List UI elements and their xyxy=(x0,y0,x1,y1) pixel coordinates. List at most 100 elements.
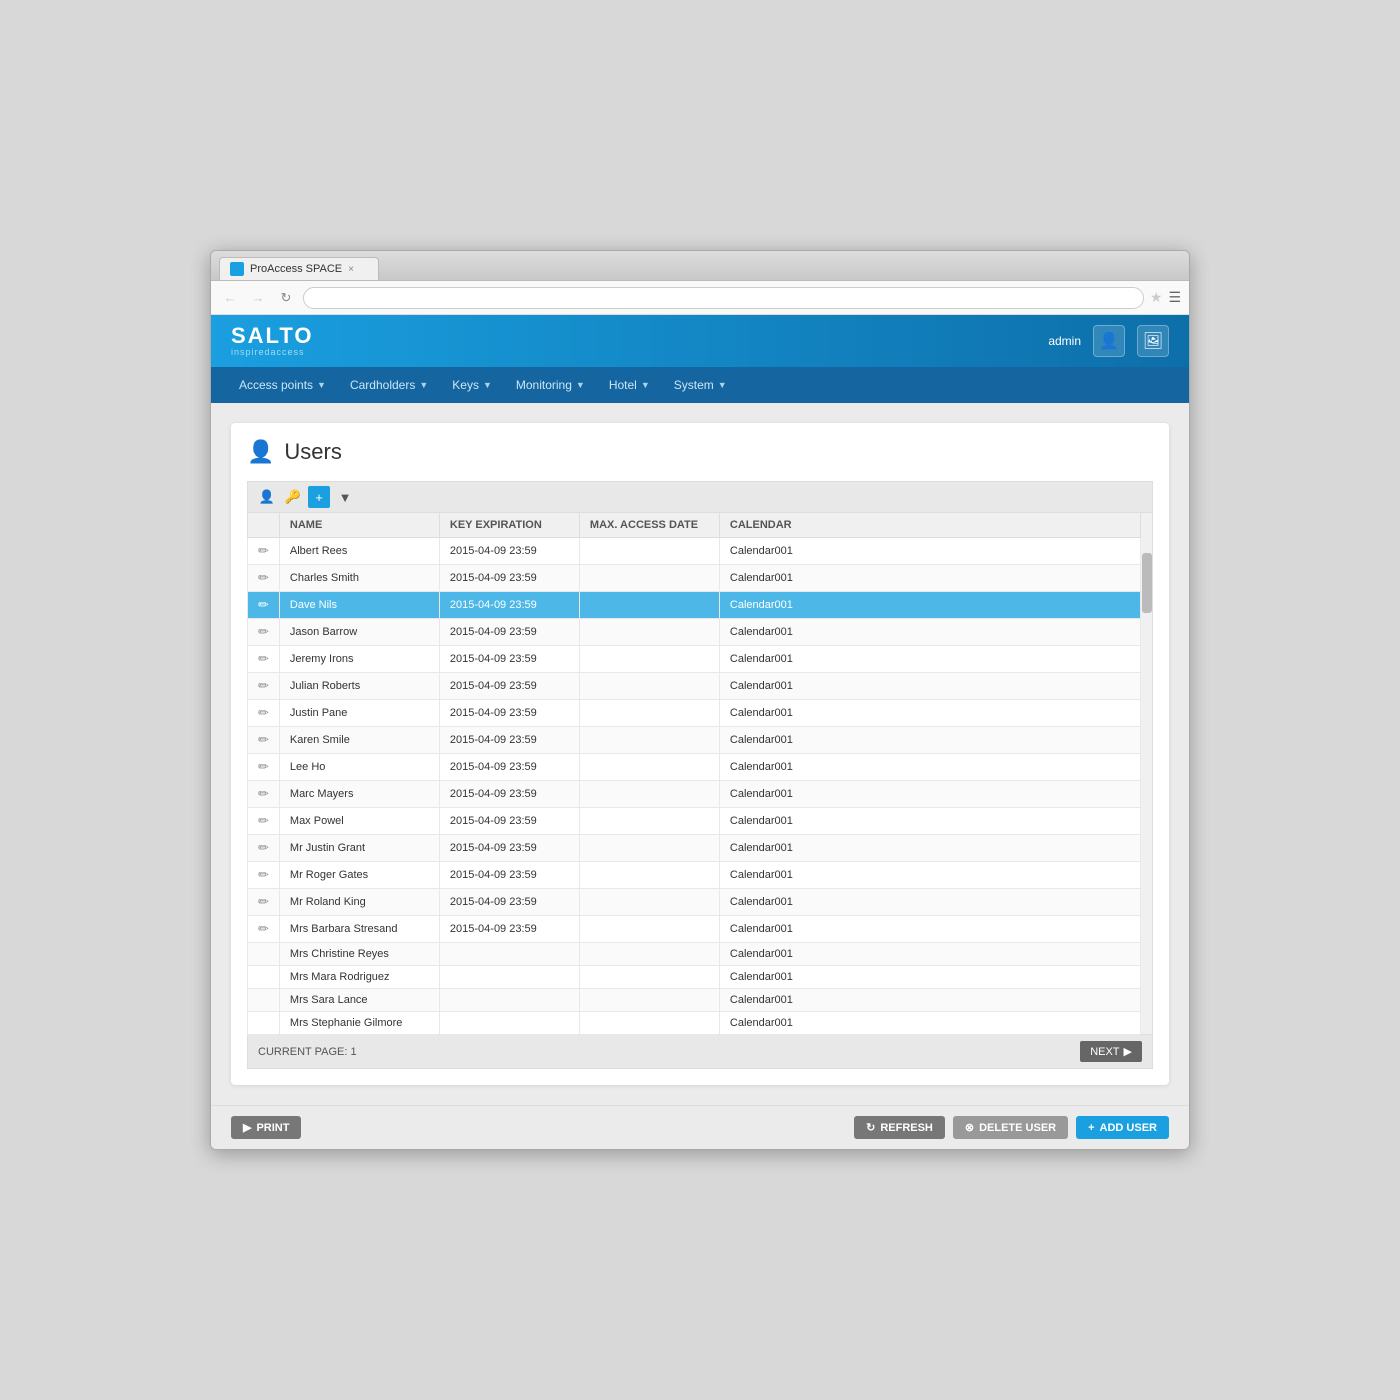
delete-user-button[interactable]: ⊗ DELETE USER xyxy=(953,1116,1068,1139)
refresh-button[interactable]: ↻ xyxy=(275,287,297,309)
next-label: NEXT xyxy=(1090,1046,1119,1058)
delete-label: DELETE USER xyxy=(979,1122,1056,1134)
back-button[interactable]: ← xyxy=(219,287,241,309)
table-row[interactable]: ✏Justin Pane2015-04-09 23:59Calendar001 xyxy=(248,700,1141,727)
tab-favicon xyxy=(230,262,244,276)
col-header-name[interactable]: NAME xyxy=(279,513,439,538)
table-row[interactable]: ✏Marc Mayers2015-04-09 23:59Calendar001 xyxy=(248,781,1141,808)
table-row[interactable]: Mrs Mara RodriguezCalendar001 xyxy=(248,966,1141,989)
table-row[interactable]: ✏Karen Smile2015-04-09 23:59Calendar001 xyxy=(248,727,1141,754)
row-calendar: Calendar001 xyxy=(719,835,1140,862)
row-status-icon: ✏ xyxy=(248,592,280,619)
nav-hotel-label: Hotel xyxy=(609,378,637,392)
row-name: Jason Barrow xyxy=(279,619,439,646)
select-all-button[interactable]: 👤 xyxy=(256,486,278,508)
scrollbar-thumb[interactable] xyxy=(1142,553,1152,613)
filter-button[interactable]: ▼ xyxy=(334,486,356,508)
table-row[interactable]: ✏Mr Roger Gates2015-04-09 23:59Calendar0… xyxy=(248,862,1141,889)
table-row[interactable]: ✏Charles Smith2015-04-09 23:59Calendar00… xyxy=(248,565,1141,592)
row-name: Karen Smile xyxy=(279,727,439,754)
logo-text: SALTO xyxy=(231,325,314,347)
table-row[interactable]: ✏Mr Roland King2015-04-09 23:59Calendar0… xyxy=(248,889,1141,916)
table-row[interactable]: Mrs Christine ReyesCalendar001 xyxy=(248,943,1141,966)
row-max-access-date xyxy=(579,700,719,727)
row-max-access-date xyxy=(579,619,719,646)
print-button[interactable]: ▶ PRINT xyxy=(231,1116,301,1139)
salto-logo: SALTO inspiredaccess xyxy=(231,325,314,357)
nav-hotel-arrow: ▼ xyxy=(641,380,650,390)
col-header-max-access-date[interactable]: MAX. ACCESS DATE xyxy=(579,513,719,538)
table-row[interactable]: ✏Albert Rees2015-04-09 23:59Calendar001 xyxy=(248,538,1141,565)
row-status-icon: ✏ xyxy=(248,673,280,700)
row-calendar: Calendar001 xyxy=(719,565,1140,592)
row-name: Mrs Barbara Stresand xyxy=(279,916,439,943)
users-page-icon: 👤 xyxy=(247,439,274,465)
nav-monitoring[interactable]: Monitoring ▼ xyxy=(504,367,597,403)
row-max-access-date xyxy=(579,966,719,989)
row-status-icon xyxy=(248,943,280,966)
row-calendar: Calendar001 xyxy=(719,592,1140,619)
row-max-access-date xyxy=(579,592,719,619)
add-row-button[interactable]: + xyxy=(308,486,330,508)
table-row[interactable]: Mrs Sara LanceCalendar001 xyxy=(248,989,1141,1012)
add-label: ADD USER xyxy=(1100,1122,1157,1134)
nav-keys[interactable]: Keys ▼ xyxy=(440,367,504,403)
add-user-button[interactable]: + ADD USER xyxy=(1076,1116,1169,1139)
browser-menu-icon[interactable]: ☰ xyxy=(1168,289,1181,306)
screen-button[interactable]: 🖼 xyxy=(1137,325,1169,357)
row-status-icon: ✏ xyxy=(248,619,280,646)
row-key-expiration: 2015-04-09 23:59 xyxy=(439,673,579,700)
row-name: Julian Roberts xyxy=(279,673,439,700)
forward-button[interactable]: → xyxy=(247,287,269,309)
table-row[interactable]: ✏Jeremy Irons2015-04-09 23:59Calendar001 xyxy=(248,646,1141,673)
table-toolbar: 👤 🔑 + ▼ xyxy=(247,481,1153,512)
bookmark-icon[interactable]: ★ xyxy=(1150,289,1163,306)
next-arrow-icon: ▶ xyxy=(1124,1045,1132,1058)
nav-access-points[interactable]: Access points ▼ xyxy=(227,367,338,403)
row-max-access-date xyxy=(579,808,719,835)
row-max-access-date xyxy=(579,916,719,943)
nav-hotel[interactable]: Hotel ▼ xyxy=(597,367,662,403)
col-header-calendar[interactable]: CALENDAR xyxy=(719,513,1140,538)
scrollbar-track[interactable] xyxy=(1141,512,1153,1035)
table-row[interactable]: ✏Dave Nils2015-04-09 23:59Calendar001 xyxy=(248,592,1141,619)
add-icon: + xyxy=(1088,1122,1094,1134)
row-max-access-date xyxy=(579,646,719,673)
row-status-icon: ✏ xyxy=(248,754,280,781)
nav-keys-label: Keys xyxy=(452,378,479,392)
table-row[interactable]: ✏Mrs Barbara Stresand2015-04-09 23:59Cal… xyxy=(248,916,1141,943)
nav-monitoring-arrow: ▼ xyxy=(576,380,585,390)
row-name: Jeremy Irons xyxy=(279,646,439,673)
browser-tab[interactable]: ProAccess SPACE × xyxy=(219,257,379,280)
row-name: Mrs Mara Rodriguez xyxy=(279,966,439,989)
table-row[interactable]: ✏Jason Barrow2015-04-09 23:59Calendar001 xyxy=(248,619,1141,646)
table-row[interactable]: ✏Lee Ho2015-04-09 23:59Calendar001 xyxy=(248,754,1141,781)
key-icon-button[interactable]: 🔑 xyxy=(282,486,304,508)
admin-profile-button[interactable]: 👤 xyxy=(1093,325,1125,357)
row-name: Lee Ho xyxy=(279,754,439,781)
nav-cardholders[interactable]: Cardholders ▼ xyxy=(338,367,440,403)
next-button[interactable]: NEXT ▶ xyxy=(1080,1041,1142,1062)
tab-label: ProAccess SPACE xyxy=(250,263,342,275)
row-name: Justin Pane xyxy=(279,700,439,727)
tab-close-button[interactable]: × xyxy=(348,264,354,275)
address-bar-input[interactable] xyxy=(303,287,1144,309)
row-calendar: Calendar001 xyxy=(719,916,1140,943)
refresh-button[interactable]: ↻ REFRESH xyxy=(854,1116,945,1139)
nav-access-points-arrow: ▼ xyxy=(317,380,326,390)
users-table: NAME KEY EXPIRATION MAX. ACCESS DATE CAL… xyxy=(247,512,1141,1035)
row-name: Albert Rees xyxy=(279,538,439,565)
table-main: NAME KEY EXPIRATION MAX. ACCESS DATE CAL… xyxy=(247,512,1141,1035)
table-row[interactable]: ✏Julian Roberts2015-04-09 23:59Calendar0… xyxy=(248,673,1141,700)
table-footer: CURRENT PAGE: 1 NEXT ▶ xyxy=(247,1035,1153,1069)
table-row[interactable]: Mrs Stephanie GilmoreCalendar001 xyxy=(248,1012,1141,1035)
nav-keys-arrow: ▼ xyxy=(483,380,492,390)
row-calendar: Calendar001 xyxy=(719,808,1140,835)
nav-system-label: System xyxy=(674,378,714,392)
table-row[interactable]: ✏Mr Justin Grant2015-04-09 23:59Calendar… xyxy=(248,835,1141,862)
table-row[interactable]: ✏Max Powel2015-04-09 23:59Calendar001 xyxy=(248,808,1141,835)
nav-system[interactable]: System ▼ xyxy=(662,367,739,403)
row-name: Mr Justin Grant xyxy=(279,835,439,862)
row-calendar: Calendar001 xyxy=(719,538,1140,565)
col-header-key-expiration[interactable]: KEY EXPIRATION xyxy=(439,513,579,538)
